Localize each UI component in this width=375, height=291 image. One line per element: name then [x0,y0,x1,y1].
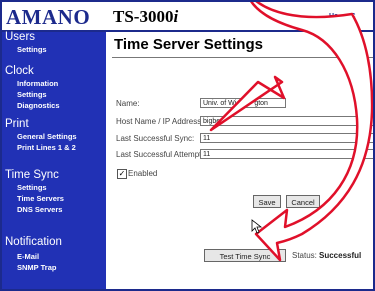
sidebar-item-email[interactable]: E-Mail [17,252,39,261]
last-attempt-label: Last Successful Attempt: [116,150,204,159]
sidebar-item-clock-settings[interactable]: Settings [17,90,47,99]
header-bar: AMANO TS-3000i Ho C [2,2,373,32]
last-sync-field: 11 [200,133,373,143]
model-name: TS-3000i [113,7,178,27]
name-label: Name: [116,99,140,108]
host-field[interactable]: bigben [200,116,373,126]
save-button[interactable]: Save [253,195,281,208]
status-label: Status: [292,251,317,260]
sidebar-section-notification[interactable]: Notification [5,236,62,248]
enabled-label: Enabled [128,169,158,178]
sidebar-item-information[interactable]: Information [17,79,58,88]
sidebar-section-print[interactable]: Print [5,118,29,130]
sidebar-item-print-lines[interactable]: Print Lines 1 & 2 [17,143,76,152]
sidebar-section-users[interactable]: Users [5,31,35,43]
top-nav-home-link[interactable]: Ho [329,13,338,20]
title-divider [112,57,373,58]
top-nav: Ho C [329,13,367,20]
sidebar-section-clock[interactable]: Clock [5,65,34,77]
model-suffix: i [173,7,179,26]
sidebar-item-user-settings[interactable]: Settings [17,45,47,54]
sidebar-item-diagnostics[interactable]: Diagnostics [17,101,60,110]
name-value: Univ. of Wi [203,100,237,107]
test-time-sync-button[interactable]: Test Time Sync [204,249,286,262]
amano-logo: AMANO [6,5,91,29]
name-value-tail: gton [254,100,268,107]
enabled-checkbox[interactable]: ✓ [117,169,127,179]
sidebar: Users Settings Clock Information Setting… [2,31,106,289]
page-title: Time Server Settings [114,36,263,53]
sidebar-item-dns-servers[interactable]: DNS Servers [17,205,62,214]
name-field[interactable]: Univ. of Wi gton [200,98,286,108]
sidebar-item-sync-settings[interactable]: Settings [17,183,47,192]
model-number: TS-3000 [113,7,174,26]
last-attempt-field: 11 [200,149,373,159]
top-nav-link[interactable]: C [350,13,355,20]
main-content: Time Server Settings Name: Univ. of Wi gt… [106,32,373,289]
cancel-button[interactable]: Cancel [286,195,320,208]
sidebar-item-general-settings[interactable]: General Settings [17,132,77,141]
host-label: Host Name / IP Address: [116,117,204,126]
status-value: Successful [319,251,362,260]
browser-frame: AMANO TS-3000i Ho C Users Settings Clock … [0,0,375,291]
last-sync-label: Last Successful Sync: [116,134,195,143]
sidebar-item-snmp-trap[interactable]: SNMP Trap [17,263,56,272]
sidebar-item-time-servers[interactable]: Time Servers [17,194,64,203]
sidebar-section-time-sync[interactable]: Time Sync [5,169,59,181]
